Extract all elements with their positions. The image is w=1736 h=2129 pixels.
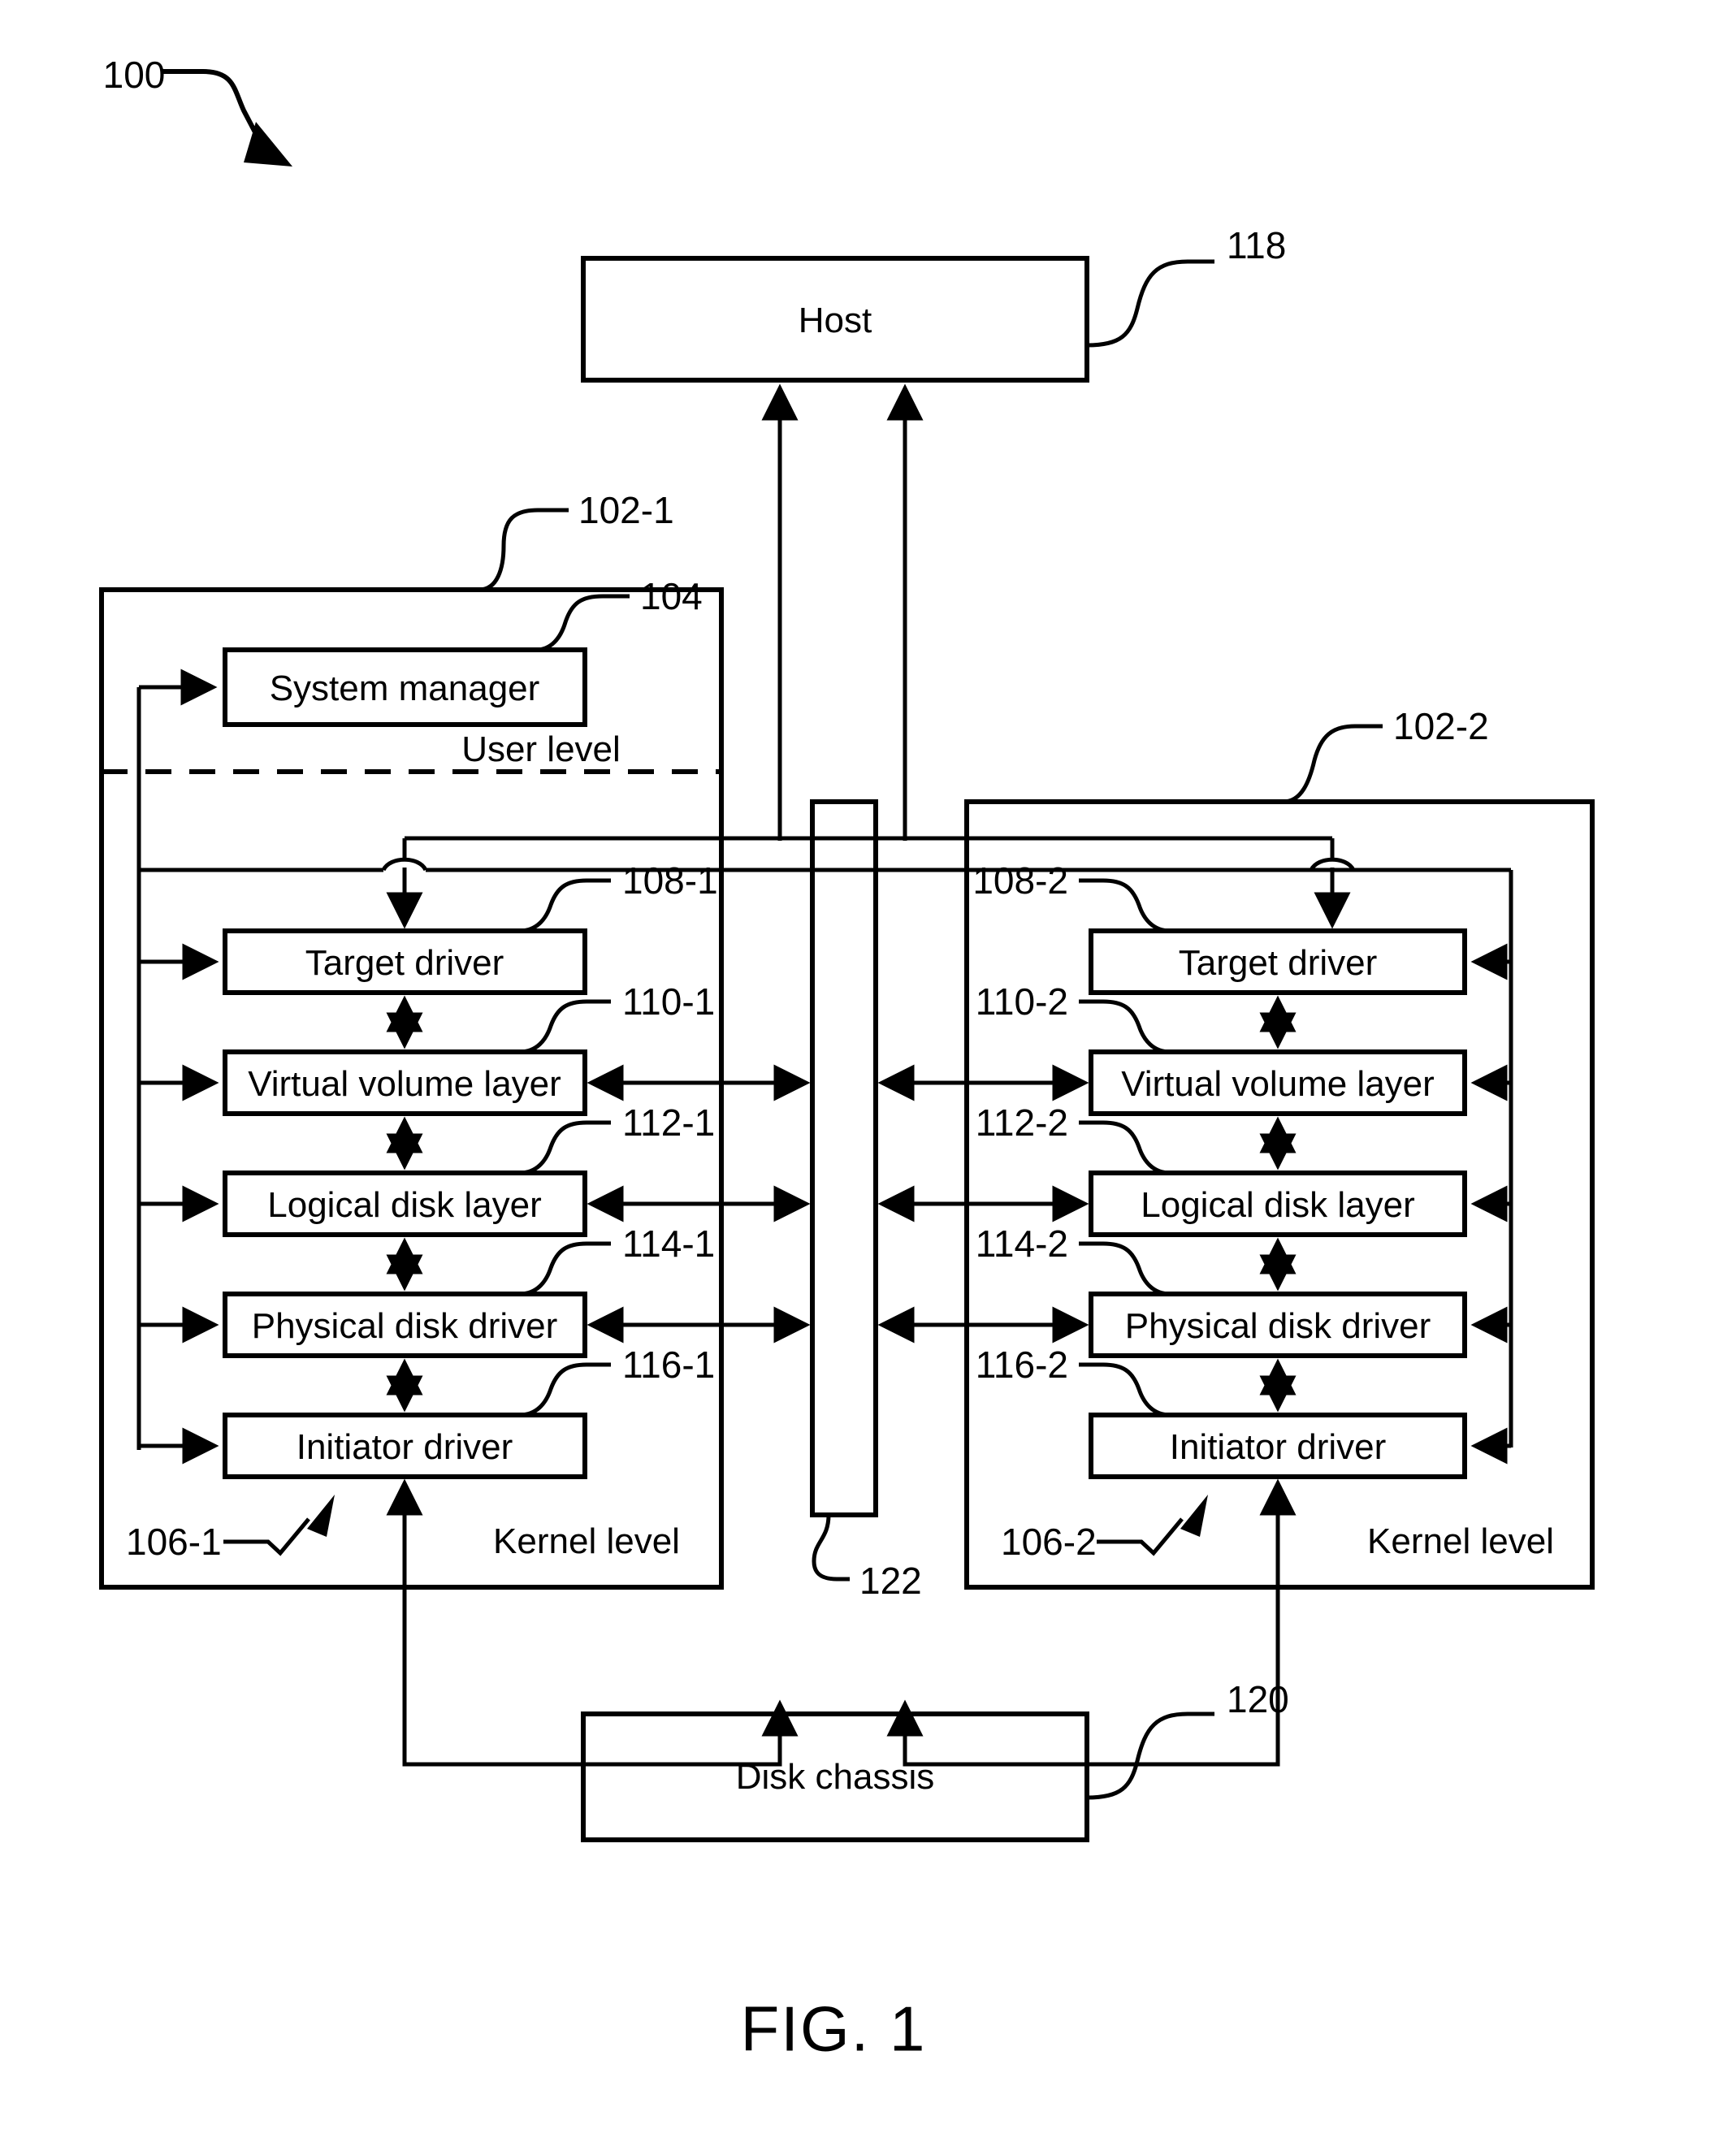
figure-caption: FIG. 1 — [740, 1993, 927, 2065]
ref-116-1: 116-1 — [622, 1344, 716, 1386]
ref-104: 104 — [640, 575, 703, 617]
label-physical-disk-driver-2: Physical disk driver — [1124, 1306, 1431, 1346]
leader-102-1 — [478, 508, 569, 592]
leader-116-1 — [519, 1362, 611, 1417]
user-level-label-1: User level — [461, 729, 621, 769]
leader-110-1 — [519, 999, 611, 1054]
interconnect-bar — [810, 799, 878, 1517]
label-logical-disk-layer-2: Logical disk layer — [1141, 1185, 1415, 1225]
ref-102-1: 102-1 — [578, 489, 674, 531]
leader-106-2 — [1097, 1517, 1184, 1556]
disk-chassis-label: Disk chassis — [735, 1757, 935, 1797]
ref-122: 122 — [859, 1560, 922, 1602]
leader-112-1 — [519, 1120, 611, 1175]
ref-102-2: 102-2 — [1393, 705, 1489, 747]
ref-114-1: 114-1 — [622, 1222, 716, 1265]
leader-106-1-head — [307, 1495, 335, 1537]
leader-106-2-head — [1180, 1495, 1208, 1537]
kernel-level-label-2: Kernel level — [1367, 1521, 1554, 1561]
leader-116-2 — [1079, 1362, 1171, 1417]
label-virtual-volume-layer-1: Virtual volume layer — [248, 1064, 561, 1104]
kernel-level-label-1: Kernel level — [493, 1521, 680, 1561]
ref-100: 100 — [102, 54, 166, 96]
ref-110-2: 110-2 — [975, 980, 1068, 1023]
ref-108-1: 108-1 — [622, 859, 718, 902]
system-manager-label: System manager — [269, 669, 540, 708]
host-label: Host — [798, 301, 872, 340]
patent-figure-page: 100 Host 118 102-1 104 System manager Us… — [0, 0, 1736, 2129]
leader-114-2 — [1079, 1241, 1171, 1296]
leader-104 — [535, 594, 630, 652]
leader-122 — [812, 1514, 850, 1582]
leader-108-1 — [519, 878, 611, 933]
ref-120: 120 — [1227, 1678, 1289, 1720]
label-virtual-volume-layer-2: Virtual volume layer — [1121, 1064, 1435, 1104]
ref-110-1: 110-1 — [622, 980, 716, 1023]
leader-112-2 — [1079, 1120, 1171, 1175]
leader-108-2 — [1079, 878, 1171, 933]
label-target-driver-1: Target driver — [305, 943, 504, 983]
label-target-driver-2: Target driver — [1178, 943, 1378, 983]
leader-120 — [1086, 1711, 1214, 1800]
leader-114-1 — [519, 1241, 611, 1296]
label-logical-disk-layer-1: Logical disk layer — [267, 1185, 542, 1225]
leader-110-2 — [1079, 999, 1171, 1054]
ref-116-2: 116-2 — [975, 1344, 1068, 1386]
ref-106-1: 106-1 — [126, 1521, 222, 1563]
label-initiator-driver-1: Initiator driver — [296, 1427, 513, 1467]
ref-118: 118 — [1227, 224, 1287, 266]
leader-100 — [162, 69, 264, 146]
ref-106-2: 106-2 — [1001, 1521, 1097, 1563]
leader-118 — [1086, 259, 1214, 348]
label-physical-disk-driver-1: Physical disk driver — [251, 1306, 558, 1346]
ref-108-2: 108-2 — [972, 859, 1068, 902]
ref-114-2: 114-2 — [975, 1222, 1068, 1265]
leader-102-2 — [1283, 724, 1383, 804]
ref-112-2: 112-2 — [975, 1101, 1068, 1144]
label-initiator-driver-2: Initiator driver — [1169, 1427, 1387, 1467]
leader-106-1 — [223, 1517, 310, 1556]
ref-112-1: 112-1 — [622, 1101, 716, 1144]
